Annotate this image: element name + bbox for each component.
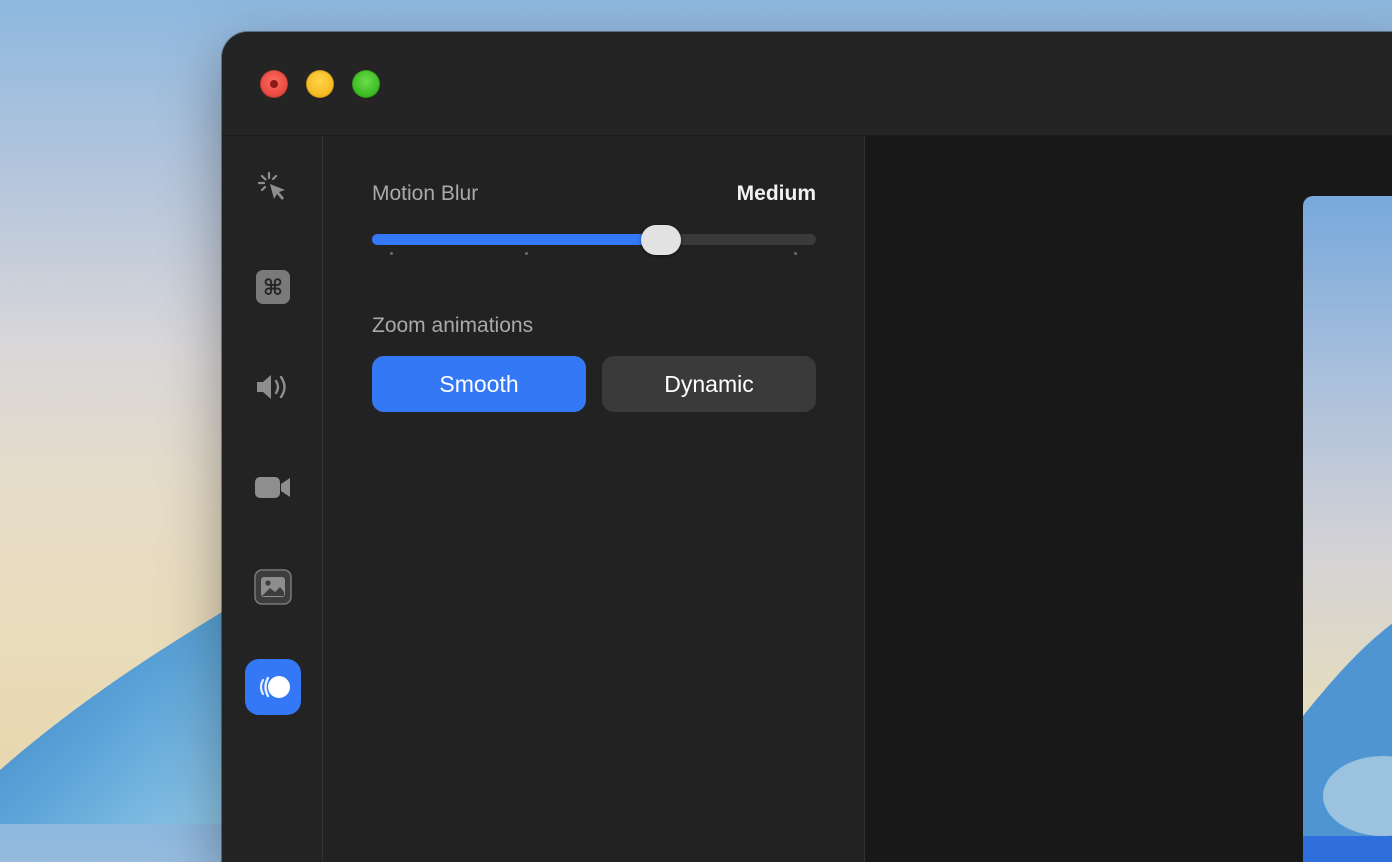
speaker-icon (257, 375, 286, 399)
sidebar-item-animation[interactable] (245, 659, 301, 715)
command-key-icon: ⌘ (256, 270, 290, 304)
sidebar-item-camera[interactable] (245, 459, 301, 515)
title-bar (222, 32, 1392, 136)
close-button[interactable] (260, 70, 288, 98)
motion-animation-icon (259, 676, 290, 698)
preview-thumbnail (1303, 196, 1392, 862)
slider-tick (390, 252, 393, 255)
sidebar-item-audio[interactable] (245, 359, 301, 415)
video-camera-icon (255, 477, 290, 498)
sidebar-item-shortcuts[interactable]: ⌘ (245, 259, 301, 315)
sidebar-item-cursor[interactable] (245, 159, 301, 215)
minimize-button[interactable] (306, 70, 334, 98)
dynamic-option-button[interactable]: Dynamic (602, 356, 816, 412)
maximize-button[interactable] (352, 70, 380, 98)
slider-tick (525, 252, 528, 255)
preview-wallpaper-wave (1303, 623, 1392, 862)
motion-blur-label: Motion Blur (372, 182, 479, 205)
sidebar-item-background[interactable] (245, 559, 301, 615)
smooth-option-button[interactable]: Smooth (372, 356, 586, 412)
sidebar: ⌘ (222, 136, 323, 862)
slider-tick (794, 252, 797, 255)
cursor-click-icon (257, 171, 285, 200)
motion-blur-value: Medium (736, 182, 816, 205)
image-icon (254, 569, 292, 605)
slider-fill (372, 234, 661, 245)
app-window: ⌘ Motion Blur Medium Zoom animations Smo… (222, 32, 1392, 862)
preview-area (865, 136, 1392, 862)
slider-thumb[interactable] (641, 225, 681, 255)
svg-text:⌘: ⌘ (263, 276, 283, 301)
settings-panel: Motion Blur Medium Zoom animations Smoot… (323, 136, 865, 862)
motion-blur-slider[interactable] (372, 225, 816, 255)
zoom-animations-label: Zoom animations (372, 314, 534, 337)
